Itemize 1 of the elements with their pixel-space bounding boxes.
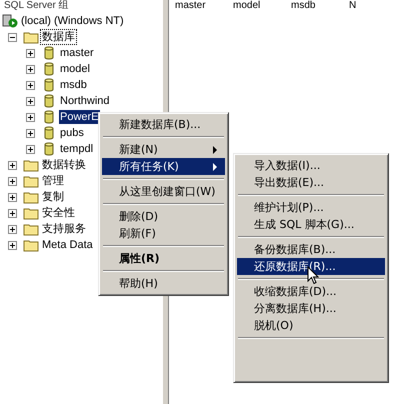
tree-header: SQL Server 组	[3, 0, 70, 11]
